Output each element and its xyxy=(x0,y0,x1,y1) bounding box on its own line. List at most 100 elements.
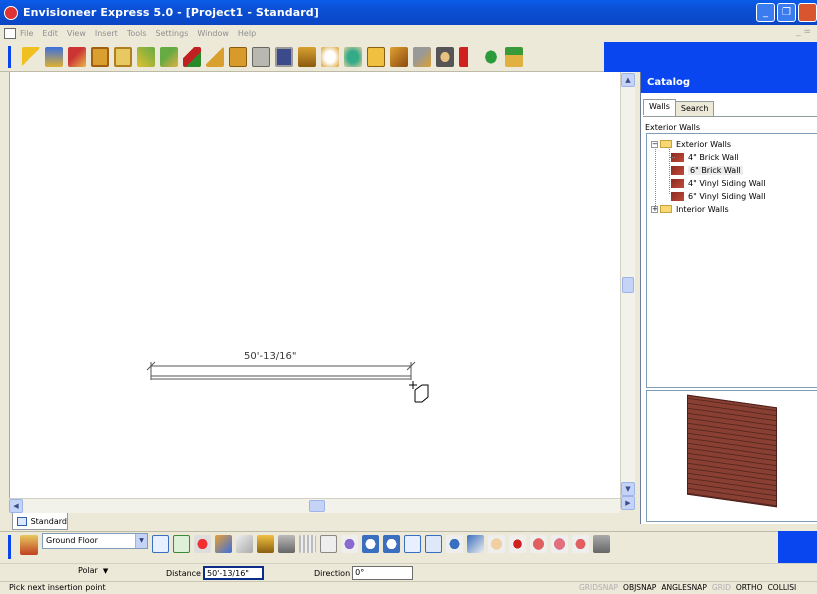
polar-toggle[interactable]: Polar ▼ xyxy=(78,566,108,575)
tools-icon[interactable] xyxy=(413,47,431,67)
tree-item-4in-vinyl[interactable]: 4" Vinyl Siding Wall xyxy=(671,177,765,189)
tree-node-exterior-walls[interactable]: − Exterior Walls xyxy=(651,138,731,150)
floor-select[interactable]: Ground Floor ▼ xyxy=(42,533,148,549)
roof-icon[interactable] xyxy=(183,47,201,67)
scroll-left-button[interactable]: ◀ xyxy=(9,499,23,513)
window-icon[interactable] xyxy=(114,47,132,67)
tree-node-interior-walls[interactable]: + Interior Walls xyxy=(651,203,729,215)
menu-window[interactable]: Window xyxy=(197,29,229,38)
camera-icon[interactable] xyxy=(278,535,295,553)
zoom-in-icon[interactable] xyxy=(362,535,379,553)
vertical-scroll-thumb[interactable] xyxy=(622,277,634,293)
building-icon[interactable] xyxy=(20,535,38,555)
anglesnap-toggle[interactable]: ANGLESNAP xyxy=(661,583,707,592)
help-icon[interactable] xyxy=(367,47,385,67)
drawing-canvas[interactable]: 50'-13/16" xyxy=(9,72,620,498)
collision-toggle[interactable]: COLLISI xyxy=(768,583,797,592)
3d-view-icon[interactable] xyxy=(194,535,211,553)
direction-field[interactable]: 0° xyxy=(352,566,414,580)
filter-icon[interactable] xyxy=(257,535,274,553)
tree-item-4in-brick[interactable]: 4" Brick Wall xyxy=(669,151,739,163)
pencil-icon[interactable] xyxy=(137,47,155,67)
grid-view-icon[interactable] xyxy=(173,535,190,553)
zoom-window-icon[interactable] xyxy=(404,535,421,553)
box-icon[interactable] xyxy=(390,47,408,67)
plant-icon[interactable] xyxy=(344,47,362,67)
canvas-drawing xyxy=(146,361,429,403)
distance-field[interactable]: 50'-13/16" xyxy=(202,566,264,580)
zoom-out-icon[interactable] xyxy=(383,535,400,553)
shape-icon[interactable] xyxy=(341,535,358,553)
monitor-icon[interactable] xyxy=(275,47,293,67)
chevron-down-icon: ▼ xyxy=(102,566,109,575)
house-icon[interactable] xyxy=(505,47,523,67)
rotate-icon[interactable] xyxy=(551,535,568,553)
pan-hand-icon[interactable] xyxy=(488,535,505,553)
cabinet-icon[interactable] xyxy=(229,47,247,67)
toolbar-grip[interactable] xyxy=(8,535,11,559)
2d-view-icon[interactable] xyxy=(152,535,169,553)
vertical-scrollbar[interactable]: ▲ ▼ ▶ xyxy=(620,72,635,510)
layers-icon[interactable] xyxy=(215,535,232,553)
person-view-icon[interactable] xyxy=(446,535,463,553)
expand-icon[interactable]: + xyxy=(651,205,658,213)
menu-edit[interactable]: Edit xyxy=(42,29,58,38)
stairs-icon[interactable] xyxy=(160,47,178,67)
tab-standard[interactable]: Standard xyxy=(12,513,68,530)
red-arrow-icon[interactable] xyxy=(459,47,477,67)
restore-button[interactable]: ❐ xyxy=(777,3,796,22)
scroll-right-button[interactable]: ▶ xyxy=(621,496,635,510)
scroll-up-button[interactable]: ▲ xyxy=(621,73,635,87)
walk-icon[interactable] xyxy=(509,535,526,553)
brick-wall-icon xyxy=(671,178,684,188)
ortho-toggle[interactable]: ORTHO xyxy=(736,583,763,592)
appliance-icon[interactable] xyxy=(252,47,270,67)
catalog-panel: Catalog Walls Search Exterior Walls − Ex… xyxy=(640,72,817,524)
menu-insert[interactable]: Insert xyxy=(95,29,118,38)
collapse-icon[interactable]: − xyxy=(651,140,658,148)
tree-item-6in-vinyl[interactable]: 6" Vinyl Siding Wall xyxy=(671,190,765,202)
ramp-icon[interactable] xyxy=(206,47,224,67)
document-icon[interactable] xyxy=(4,28,16,39)
gridsnap-toggle[interactable]: GRIDSNAP xyxy=(579,583,618,592)
glove-icon[interactable] xyxy=(593,535,610,553)
distance-group: Distance 50'-13/16" xyxy=(166,566,264,580)
horizontal-scrollbar[interactable]: ◀ xyxy=(9,498,620,513)
view-tab-row: Standard xyxy=(0,513,635,531)
toolbar-grip[interactable] xyxy=(8,46,11,68)
minimize-button[interactable]: _ xyxy=(756,3,775,22)
menu-file[interactable]: File xyxy=(20,29,33,38)
wall-icon[interactable] xyxy=(68,47,86,67)
person-icon[interactable] xyxy=(436,47,454,67)
green-shape-icon[interactable] xyxy=(482,47,500,67)
horizontal-scroll-thumb[interactable] xyxy=(309,500,325,512)
mdi-controls[interactable]: _ = xyxy=(796,27,811,37)
chair-icon[interactable] xyxy=(298,47,316,67)
fit-icon[interactable] xyxy=(467,535,484,553)
select-arrow-icon[interactable] xyxy=(22,47,40,67)
menu-view[interactable]: View xyxy=(67,29,86,38)
menu-help[interactable]: Help xyxy=(238,29,256,38)
grid-toggle[interactable]: GRID xyxy=(712,583,731,592)
tab-walls[interactable]: Walls xyxy=(643,99,676,115)
lamp-icon[interactable] xyxy=(321,47,339,67)
tab-search[interactable]: Search xyxy=(674,101,715,117)
move-icon[interactable] xyxy=(572,535,589,553)
menu-settings[interactable]: Settings xyxy=(156,29,189,38)
box-outline-icon[interactable] xyxy=(320,535,337,553)
scroll-down-button[interactable]: ▼ xyxy=(621,482,635,496)
house-outline-icon[interactable] xyxy=(236,535,253,553)
paint-icon[interactable] xyxy=(45,47,63,67)
door-icon[interactable] xyxy=(91,47,109,67)
tree-item-6in-brick[interactable]: 6" Brick Wall xyxy=(671,164,743,176)
cursor-icon xyxy=(409,381,429,403)
zoom-extents-icon[interactable] xyxy=(425,535,442,553)
orbit-icon[interactable] xyxy=(530,535,547,553)
close-button[interactable] xyxy=(798,3,817,22)
chevron-down-icon[interactable]: ▼ xyxy=(135,534,147,548)
brick-wall-icon xyxy=(671,191,684,201)
objsnap-toggle[interactable]: OBJSNAP xyxy=(623,583,656,592)
fence-icon[interactable] xyxy=(299,535,316,553)
status-bar: Polar ▼ Distance 50'-13/16" Direction 0° xyxy=(0,563,817,581)
menu-tools[interactable]: Tools xyxy=(127,29,147,38)
